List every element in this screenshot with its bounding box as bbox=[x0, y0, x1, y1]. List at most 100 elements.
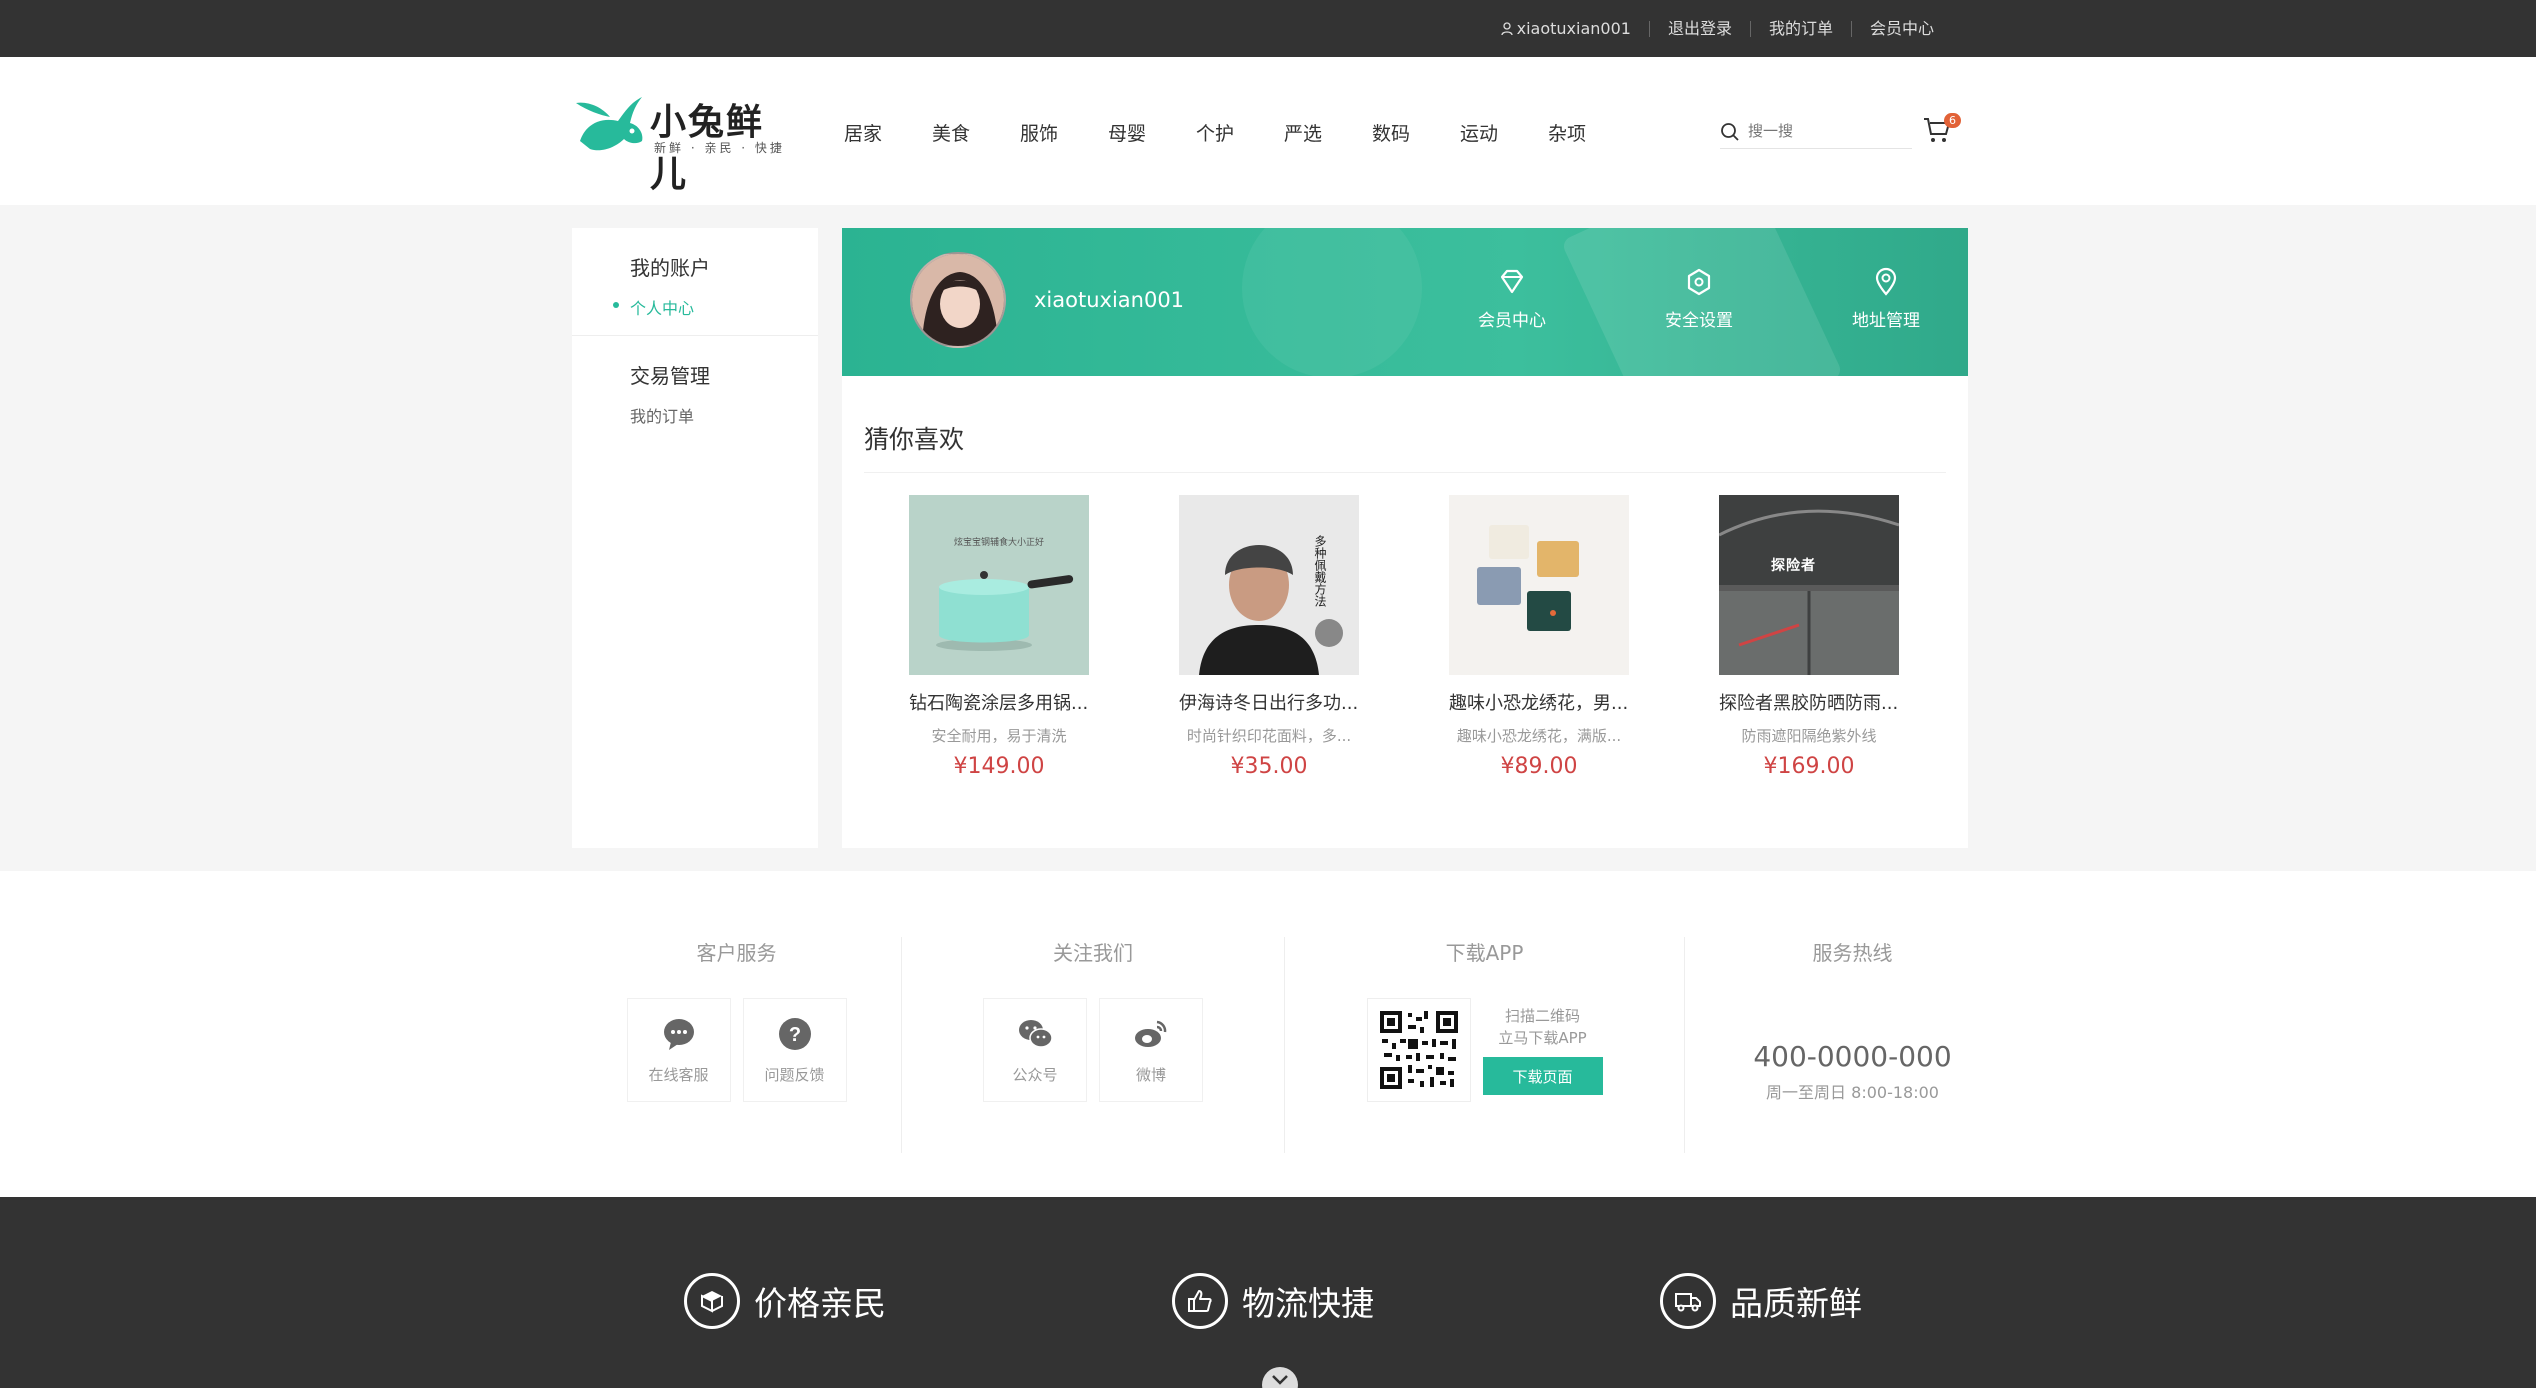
logo[interactable]: 小兔鲜儿 新鲜 · 亲民 · 快捷 bbox=[572, 83, 792, 195]
back-to-top-button[interactable] bbox=[1262, 1367, 1298, 1388]
cart-badge: 6 bbox=[1944, 113, 1961, 128]
delivery-truck-icon bbox=[1660, 1273, 1716, 1329]
thumbs-up-icon bbox=[1172, 1273, 1228, 1329]
sidebar-item-my-orders[interactable]: 我的订单 bbox=[630, 403, 818, 427]
my-orders-link[interactable]: 我的订单 bbox=[1749, 20, 1851, 37]
goods-name[interactable]: 探险者黑胶防晒防雨... bbox=[1719, 689, 1899, 715]
nav-item-sports[interactable]: 运动 bbox=[1460, 119, 1548, 146]
banner-decoration bbox=[1242, 228, 1422, 376]
nav-item-digital[interactable]: 数码 bbox=[1372, 119, 1460, 146]
promise-label: 物流快捷 bbox=[1242, 1284, 1374, 1323]
avatar-portrait-icon bbox=[912, 254, 1004, 346]
goods-price: ¥89.00 bbox=[1500, 754, 1578, 779]
rabbit-logo-icon bbox=[576, 97, 643, 151]
beanie-model-icon bbox=[1199, 545, 1343, 675]
sidebar-group-title: 交易管理 bbox=[630, 364, 710, 388]
location-pin-icon bbox=[1875, 267, 1897, 296]
promise-label: 品质新鲜 bbox=[1730, 1284, 1862, 1323]
top-bar: xiaotuxian001 退出登录 我的订单 会员中心 bbox=[0, 0, 2536, 57]
service-title: 关注我们 bbox=[1053, 941, 1133, 965]
service-boxes: 在线客服 ? 问题反馈 bbox=[572, 998, 901, 1102]
promise-logistics: 物流快捷 bbox=[1172, 1273, 1374, 1329]
nav-item-personal-care[interactable]: 个护 bbox=[1196, 119, 1284, 146]
goods-card[interactable]: 多种佩戴方法 伊海诗冬日出行多功... 时尚针织印花面料，多... ¥35.00 bbox=[1179, 495, 1359, 779]
online-service-button[interactable]: 在线客服 bbox=[626, 998, 731, 1102]
qr-hint-line2: 立马下载APP bbox=[1498, 1029, 1587, 1047]
banner-member-center[interactable]: 会员中心 bbox=[1462, 266, 1562, 331]
goods-desc: 时尚针织印花面料，多... bbox=[1186, 727, 1352, 745]
sidebar-group-trade: 交易管理 我的订单 bbox=[572, 336, 818, 443]
download-app-info: 扫描二维码 立马下载APP 下载页面 bbox=[1482, 1005, 1603, 1095]
goods-name[interactable]: 趣味小恐龙绣花，男... bbox=[1449, 689, 1629, 715]
goods-desc: 安全耐用，易于清洗 bbox=[931, 727, 1067, 745]
feedback-button[interactable]: ? 问题反馈 bbox=[742, 998, 847, 1102]
promise-quality: 品质新鲜 bbox=[1660, 1273, 1862, 1329]
price-box-icon bbox=[684, 1273, 740, 1329]
diamond-icon bbox=[1500, 269, 1524, 294]
goods-price: ¥35.00 bbox=[1230, 754, 1308, 779]
sidebar: 我的账户 个人中心 交易管理 我的订单 bbox=[572, 228, 818, 848]
footer: 价格亲民 物流快捷 品质新鲜 bbox=[0, 1197, 2536, 1388]
shirts-icon bbox=[1477, 525, 1579, 631]
wechat-button[interactable]: 公众号 bbox=[983, 998, 1087, 1102]
category-nav: 居家 美食 服饰 母婴 个护 严选 数码 运动 杂项 bbox=[844, 119, 1636, 146]
top-links: xiaotuxian001 退出登录 我的订单 会员中心 bbox=[1483, 0, 1952, 57]
goods-image[interactable]: 多种佩戴方法 bbox=[1179, 495, 1359, 675]
section-title: 猜你喜欢 bbox=[864, 425, 965, 454]
download-page-button[interactable]: 下载页面 bbox=[1482, 1057, 1603, 1095]
search-box bbox=[1720, 115, 1912, 149]
avatar[interactable] bbox=[910, 252, 1006, 348]
goods-card[interactable]: 探险者 探险者黑胶防晒防雨... 防雨遮阳隔绝紫外线 ¥169.00 bbox=[1719, 495, 1899, 779]
goods-card[interactable]: 趣味小恐龙绣花，男... 趣味小恐龙绣花，满版... ¥89.00 bbox=[1449, 495, 1629, 779]
service-box-label: 在线客服 bbox=[648, 1065, 709, 1084]
logout-link[interactable]: 退出登录 bbox=[1648, 20, 1750, 37]
banner-item-label: 安全设置 bbox=[1665, 311, 1733, 331]
qr-code-icon bbox=[1377, 1009, 1460, 1091]
promise-label: 价格亲民 bbox=[754, 1284, 886, 1323]
qr-hint-line1: 扫描二维码 bbox=[1504, 1007, 1580, 1025]
service-title: 服务热线 bbox=[1812, 941, 1893, 965]
banner-item-label: 地址管理 bbox=[1852, 311, 1920, 331]
goods-card[interactable]: 炫宝宝钢辅食大小正好 钻石陶瓷涂层多用锅... 安全耐用，易于清洗 ¥149.0… bbox=[909, 495, 1089, 779]
nav-item-misc[interactable]: 杂项 bbox=[1548, 119, 1636, 146]
wechat-icon bbox=[1019, 1019, 1053, 1048]
umbrella-icon bbox=[1719, 495, 1899, 675]
member-center-link[interactable]: 会员中心 bbox=[1850, 20, 1952, 37]
question-icon: ? bbox=[778, 1017, 811, 1050]
nav-item-clothing[interactable]: 服饰 bbox=[1020, 119, 1108, 146]
service-col-download: 下载APP 扫描二维码 立马下载APP 下载页面 bbox=[1285, 937, 1685, 1153]
weibo-icon bbox=[1135, 1020, 1167, 1047]
service-col-hotline: 服务热线 400-0000-000 周一至周日 8:00-18:00 bbox=[1685, 937, 2020, 1153]
service-col-customer: 客户服务 在线客服 ? 问题反馈 bbox=[572, 937, 902, 1153]
nav-item-home[interactable]: 居家 bbox=[844, 119, 932, 146]
goods-name[interactable]: 伊海诗冬日出行多功... bbox=[1179, 689, 1359, 715]
guess-you-like-panel: 猜你喜欢 炫宝宝钢辅食大小正好 钻石陶瓷涂层多用锅... 安全耐用，易于清洗 ¥… bbox=[842, 376, 1968, 848]
sidebar-item-personal-center[interactable]: 个人中心 bbox=[613, 295, 818, 319]
goods-price: ¥149.00 bbox=[953, 754, 1045, 779]
goods-desc: 防雨遮阳隔绝紫外线 bbox=[1741, 727, 1877, 745]
cart-button[interactable]: 6 bbox=[1922, 113, 1962, 151]
nav-item-food[interactable]: 美食 bbox=[932, 119, 1020, 146]
banner-security-settings[interactable]: 安全设置 bbox=[1649, 266, 1749, 331]
profile-banner: xiaotuxian001 会员中心 安全设置 地址管理 bbox=[842, 228, 1968, 376]
goods-desc: 趣味小恐龙绣花，满版... bbox=[1456, 727, 1622, 745]
search-icon bbox=[1721, 122, 1739, 141]
goods-image[interactable]: 探险者 bbox=[1719, 495, 1899, 675]
qr-code bbox=[1366, 998, 1471, 1102]
search-input[interactable] bbox=[1748, 123, 1898, 140]
weibo-button[interactable]: 微博 bbox=[1099, 998, 1203, 1102]
chat-bubble-icon bbox=[663, 1018, 694, 1050]
goods-name[interactable]: 钻石陶瓷涂层多用锅... bbox=[909, 689, 1089, 715]
logo-subtitle: 新鲜 · 亲民 · 快捷 bbox=[654, 141, 785, 155]
nav-item-selected[interactable]: 严选 bbox=[1284, 119, 1372, 146]
nav-item-baby[interactable]: 母婴 bbox=[1108, 119, 1196, 146]
goods-image[interactable] bbox=[1449, 495, 1629, 675]
goods-image-caption: 多种佩戴方法 bbox=[1313, 535, 1327, 607]
hotline-number: 400-0000-000 bbox=[1753, 1040, 1952, 1073]
goods-image[interactable]: 炫宝宝钢辅食大小正好 bbox=[909, 495, 1089, 675]
sidebar-group-account: 我的账户 个人中心 bbox=[572, 228, 818, 336]
pot-icon bbox=[936, 571, 1074, 651]
download-app-box: 扫描二维码 立马下载APP 下载页面 bbox=[1285, 998, 1684, 1102]
banner-address-management[interactable]: 地址管理 bbox=[1836, 266, 1936, 331]
topbar-user-link[interactable]: xiaotuxian001 bbox=[1483, 20, 1649, 37]
